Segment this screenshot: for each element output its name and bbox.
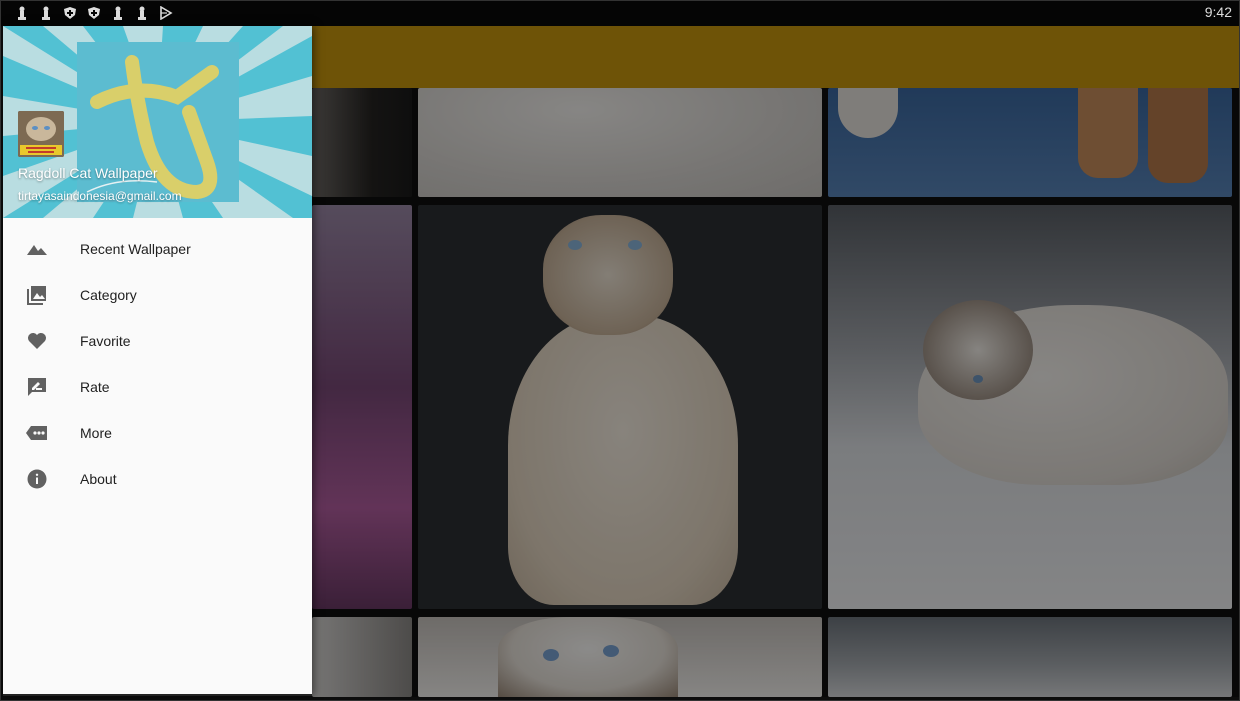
app-bar [312,26,1240,88]
avatar [18,111,64,157]
menu-item-rate[interactable]: Rate [3,364,312,410]
play-store-icon [158,5,174,21]
info-icon [26,468,48,490]
status-time: 9:42 [1204,4,1232,20]
menu-item-label: Rate [80,379,110,395]
chess-pawn-icon [134,5,150,21]
menu-item-label: Category [80,287,137,303]
more-icon [26,422,48,444]
landscape-icon [26,238,48,260]
navigation-bar-edge [3,694,312,696]
status-bar: 9:42 [0,0,1240,26]
chess-pawn-icon [14,5,30,21]
menu-item-favorite[interactable]: Favorite [3,318,312,364]
menu-item-label: Recent Wallpaper [80,241,191,257]
rate-review-icon [26,376,48,398]
drawer-menu: Recent Wallpaper Category Favorite Rate … [3,226,312,502]
heart-icon [26,330,48,352]
navigation-drawer: Ragdoll Cat Wallpaper tirtayasaindonesia… [3,26,312,696]
shield-icon [62,5,78,21]
menu-item-label: More [80,425,112,441]
menu-item-label: Favorite [80,333,131,349]
app-name: Ragdoll Cat Wallpaper [18,165,158,181]
photo-library-icon [26,284,48,306]
menu-item-label: About [80,471,117,487]
shield-icon [86,5,102,21]
notification-icons [14,5,174,21]
drawer-header: Ragdoll Cat Wallpaper tirtayasaindonesia… [3,26,312,218]
menu-item-category[interactable]: Category [3,272,312,318]
menu-item-more[interactable]: More [3,410,312,456]
account-email: tirtayasaindonesia@gmail.com [18,189,182,203]
chess-pawn-icon [110,5,126,21]
menu-item-recent-wallpaper[interactable]: Recent Wallpaper [3,226,312,272]
chess-pawn-icon [38,5,54,21]
menu-item-about[interactable]: About [3,456,312,502]
drawer-scrim[interactable] [312,88,1240,697]
